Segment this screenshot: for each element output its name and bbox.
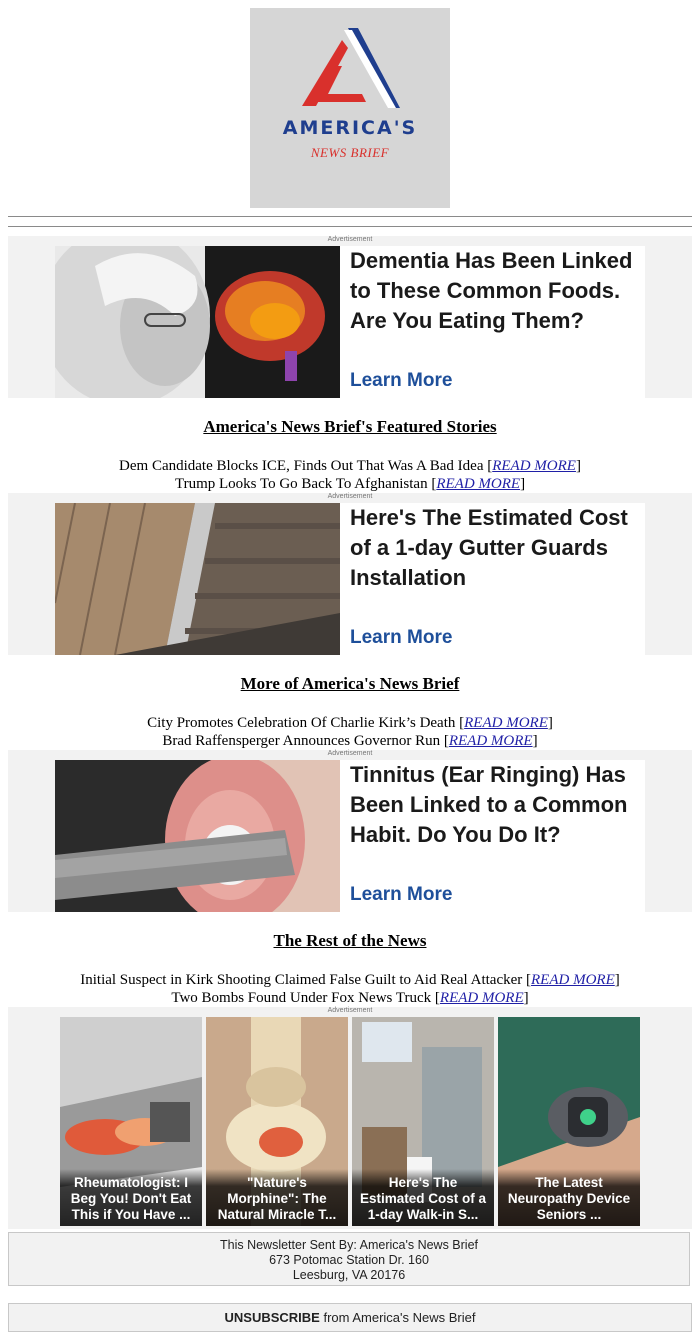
ad-tile-walk-in-shower[interactable]: Here's The Estimated Cost of a 1-day Wal…	[352, 1017, 494, 1226]
story-title: Dem Candidate Blocks ICE, Finds Out That…	[119, 458, 484, 474]
ad-image-ear[interactable]	[55, 760, 340, 912]
story-item: Initial Suspect in Kirk Shooting Claimed…	[80, 972, 620, 988]
story-item: Brad Raffensperger Announces Governor Ru…	[162, 733, 538, 749]
newsletter-logo[interactable]: AMERICA'S NEWS BRIEF	[250, 8, 450, 208]
unsubscribe-rest: from America's News Brief	[319, 1310, 476, 1325]
logo-subtitle: NEWS BRIEF	[310, 145, 390, 160]
read-more-link[interactable]: READ MORE	[464, 715, 548, 731]
story-item: Two Bombs Found Under Fox News Truck [RE…	[171, 990, 529, 1006]
ad-card[interactable]: Here's The Estimated Cost of a 1-day Gut…	[55, 503, 645, 655]
story-item: Dem Candidate Blocks ICE, Finds Out That…	[119, 458, 581, 474]
ad-block-gutter[interactable]: Advertisement Here's The Estimated Cost …	[8, 493, 692, 655]
ad-block-tinnitus[interactable]: Advertisement Tinnitus (Ear Ringing) Has…	[8, 750, 692, 912]
story-title: Trump Looks To Go Back To Afghanistan	[174, 476, 428, 492]
unsubscribe-label[interactable]: UNSUBSCRIBE	[225, 1310, 320, 1325]
ad-image-roof[interactable]	[55, 503, 340, 655]
story-item: City Promotes Celebration Of Charlie Kir…	[147, 715, 553, 731]
ad-label: Advertisement	[327, 493, 373, 500]
ad-headline[interactable]: Dementia Has Been Linked to These Common…	[350, 246, 645, 336]
ad-tile-caption[interactable]: "Nature's Morphine": The Natural Miracle…	[206, 1169, 348, 1226]
read-more-link[interactable]: READ MORE	[531, 972, 615, 988]
section-heading-more: More of America's News Brief	[240, 674, 460, 693]
story-title: Two Bombs Found Under Fox News Truck	[171, 990, 432, 1006]
unsubscribe-link[interactable]: UNSUBSCRIBE from America's News Brief	[8, 1303, 692, 1332]
learn-more-link[interactable]: Learn More	[350, 884, 452, 906]
logo-title: AMERICA'S	[282, 117, 418, 139]
story-item: Trump Looks To Go Back To Afghanistan [R…	[174, 476, 526, 492]
read-more-link[interactable]: READ MORE	[436, 476, 520, 492]
ad-tile-neuropathy-device[interactable]: The Latest Neuropathy Device Seniors ...	[498, 1017, 640, 1226]
ad-tile-rheumatologist[interactable]: Rheumatologist: I Beg You! Don't Eat Thi…	[60, 1017, 202, 1226]
ad-image-woman-brain[interactable]	[55, 246, 340, 398]
read-more-link[interactable]: READ MORE	[440, 990, 524, 1006]
ad-tile-caption[interactable]: Here's The Estimated Cost of a 1-day Wal…	[352, 1169, 494, 1226]
ad-card[interactable]: Tinnitus (Ear Ringing) Has Been Linked t…	[55, 760, 645, 912]
ad-tile-caption[interactable]: Rheumatologist: I Beg You! Don't Eat Thi…	[60, 1169, 202, 1226]
ad-card[interactable]: Dementia Has Been Linked to These Common…	[55, 246, 645, 398]
ad-label: Advertisement	[327, 236, 373, 243]
ad-tile-natures-morphine[interactable]: "Nature's Morphine": The Natural Miracle…	[206, 1017, 348, 1226]
newsletter-footer: This Newsletter Sent By: America's News …	[8, 1232, 690, 1286]
footer-sender: This Newsletter Sent By: America's News …	[219, 1238, 479, 1252]
learn-more-link[interactable]: Learn More	[350, 627, 452, 649]
ad-grid-block[interactable]: Advertisement Rheumatologist: I Beg You!…	[8, 1007, 692, 1229]
read-more-link[interactable]: READ MORE	[492, 458, 576, 474]
ad-tile-caption[interactable]: The Latest Neuropathy Device Seniors ...	[498, 1169, 640, 1226]
story-title: Brad Raffensperger Announces Governor Ru…	[162, 733, 441, 749]
footer-address-line: 673 Potomac Station Dr. 160	[269, 1253, 429, 1267]
section-heading-rest: The Rest of the News	[273, 931, 427, 950]
ad-headline[interactable]: Here's The Estimated Cost of a 1-day Gut…	[350, 503, 645, 593]
ad-headline[interactable]: Tinnitus (Ear Ringing) Has Been Linked t…	[350, 760, 645, 850]
divider	[8, 216, 692, 217]
divider	[8, 226, 692, 227]
ad-label: Advertisement	[327, 1007, 373, 1014]
story-title: City Promotes Celebration Of Charlie Kir…	[147, 715, 456, 731]
story-title: Initial Suspect in Kirk Shooting Claimed…	[80, 972, 523, 988]
learn-more-link[interactable]: Learn More	[350, 370, 452, 392]
section-heading-featured: America's News Brief's Featured Stories	[203, 417, 497, 436]
ad-label: Advertisement	[327, 750, 373, 757]
ad-block-dementia[interactable]: Advertisement Dementia Has Been Linked t…	[8, 236, 692, 398]
logo-mark-icon	[302, 28, 400, 108]
footer-city-line: Leesburg, VA 20176	[292, 1268, 406, 1282]
read-more-link[interactable]: READ MORE	[449, 733, 533, 749]
